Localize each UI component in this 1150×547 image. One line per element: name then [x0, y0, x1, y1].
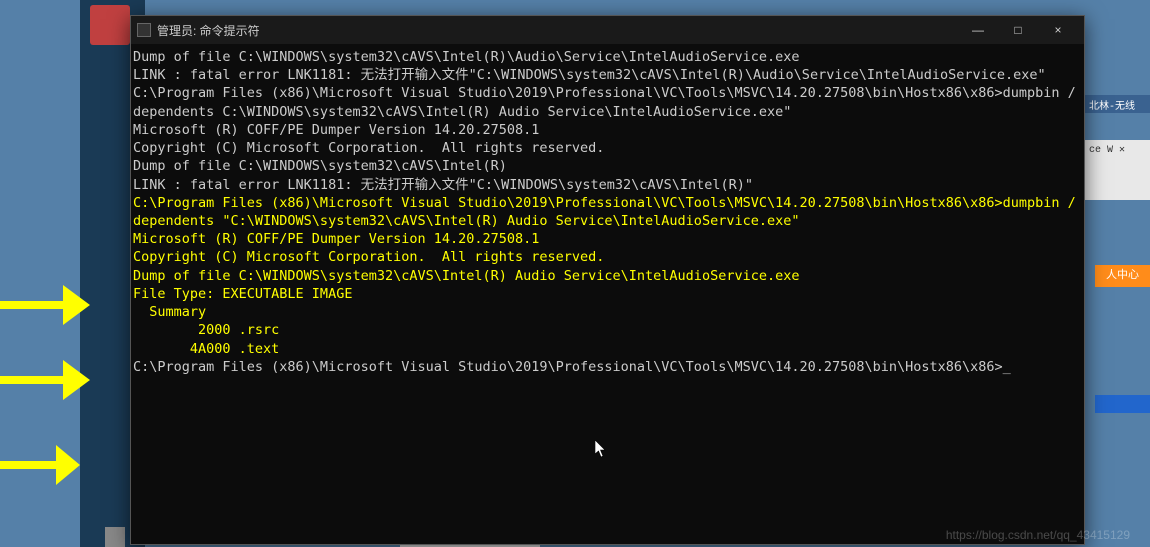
minimize-button[interactable]: — — [958, 16, 998, 44]
terminal-line: File Type: EXECUTABLE IMAGE — [133, 285, 1082, 303]
background-panel: ce W ✕ — [1085, 140, 1150, 200]
terminal-line: LINK : fatal error LNK1181: 无法打开输入文件"C:\… — [133, 176, 1082, 194]
terminal-line: 4A000 .text — [133, 340, 1082, 358]
command-prompt-window: 管理员: 命令提示符 — □ × Dump of file C:\WINDOWS… — [130, 15, 1085, 545]
maximize-button[interactable]: □ — [998, 16, 1038, 44]
terminal-line: 2000 .rsrc — [133, 321, 1082, 339]
close-button[interactable]: × — [1038, 16, 1078, 44]
background-tab-label: 北林-无线 — [1085, 95, 1150, 113]
terminal-line: Dump of file C:\WINDOWS\system32\cAVS\In… — [133, 48, 1082, 66]
terminal-line: LINK : fatal error LNK1181: 无法打开输入文件"C:\… — [133, 66, 1082, 84]
window-controls: — □ × — [958, 16, 1078, 44]
terminal-line: Dump of file C:\WINDOWS\system32\cAVS\In… — [133, 267, 1082, 285]
terminal-line: Microsoft (R) COFF/PE Dumper Version 14.… — [133, 121, 1082, 139]
background-blue-tag — [1095, 395, 1150, 413]
terminal-line: Copyright (C) Microsoft Corporation. All… — [133, 139, 1082, 157]
anonymous-avatar — [105, 527, 125, 547]
terminal-line: Dump of file C:\WINDOWS\system32\cAVS\In… — [133, 157, 1082, 175]
terminal-line: Microsoft (R) COFF/PE Dumper Version 14.… — [133, 230, 1082, 248]
terminal-output[interactable]: Dump of file C:\WINDOWS\system32\cAVS\In… — [131, 44, 1084, 544]
app-icon-red — [90, 5, 130, 45]
terminal-line: C:\Program Files (x86)\Microsoft Visual … — [133, 194, 1082, 230]
terminal-line: Summary — [133, 303, 1082, 321]
terminal-line: C:\Program Files (x86)\Microsoft Visual … — [133, 358, 1082, 376]
terminal-line: C:\Program Files (x86)\Microsoft Visual … — [133, 84, 1082, 120]
terminal-line: Copyright (C) Microsoft Corporation. All… — [133, 248, 1082, 266]
cmd-icon — [137, 23, 151, 37]
window-title: 管理员: 命令提示符 — [157, 22, 958, 39]
window-titlebar[interactable]: 管理员: 命令提示符 — □ × — [131, 16, 1084, 44]
background-orange-tag: 人中心 — [1095, 265, 1150, 287]
